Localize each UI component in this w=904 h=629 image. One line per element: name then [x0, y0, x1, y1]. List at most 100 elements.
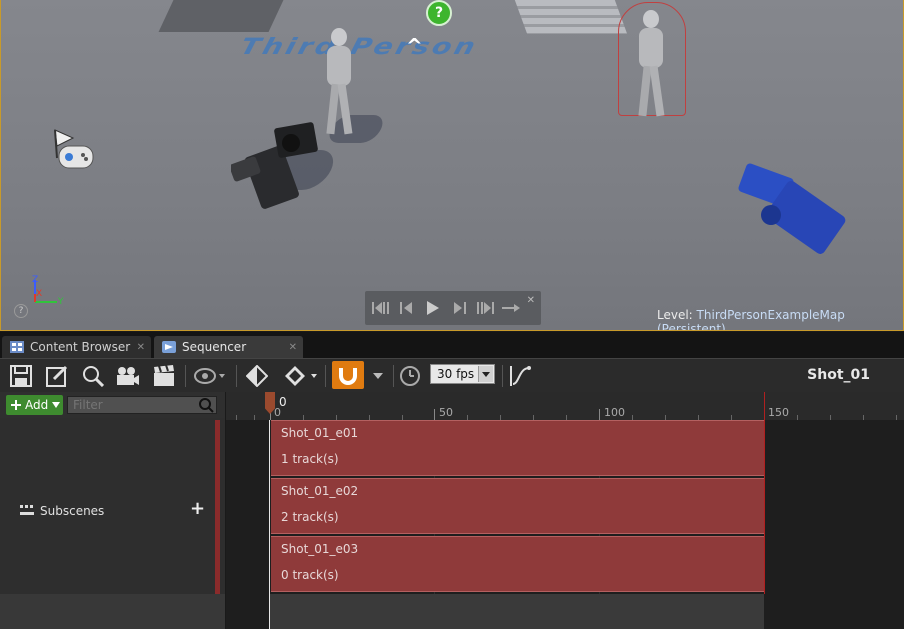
plus-icon	[11, 400, 21, 410]
chevron-down-icon	[52, 402, 61, 408]
level-label: Level:	[657, 308, 693, 322]
tick-label: 150	[768, 406, 789, 419]
viewport-transport-controls: ✕	[365, 291, 541, 325]
jump-to-end-button[interactable]	[475, 298, 495, 318]
content-browser-icon	[10, 341, 24, 353]
toolbar-separator	[325, 365, 326, 387]
shot-name: Shot_01	[807, 367, 870, 383]
help-marker-icon[interactable]: ?	[426, 0, 452, 26]
time-ruler[interactable]: 0 50 100 150 0	[226, 392, 904, 420]
jump-to-start-button[interactable]	[371, 298, 391, 318]
current-frame: 0	[279, 395, 287, 409]
tick-label: 50	[439, 406, 453, 419]
tab-label: Sequencer	[182, 340, 247, 354]
outliner-header: Add	[0, 392, 225, 418]
blue-camera-icon[interactable]	[731, 160, 861, 275]
toolbar-separator	[236, 365, 237, 387]
track-color-stripe	[215, 420, 220, 594]
chevron-down-icon	[373, 373, 383, 379]
sequencer-icon	[162, 341, 176, 353]
fps-dropdown[interactable]: 30 fps	[430, 364, 495, 384]
create-camera-button[interactable]	[115, 363, 141, 389]
section-name: Shot_01_e01	[281, 426, 359, 440]
add-subscene-button[interactable]: +	[190, 498, 205, 519]
floor-text: Third Person	[237, 33, 482, 60]
tab-bar: Content Browser ✕ Sequencer ✕	[0, 332, 904, 358]
fps-value: 30 fps	[437, 367, 475, 381]
section-track-count: 0 track(s)	[281, 568, 339, 582]
camera-icon	[117, 367, 139, 385]
section-name: Shot_01_e03	[281, 542, 359, 556]
axis-gizmo-icon: Z X Y	[32, 275, 64, 307]
filter-input[interactable]	[67, 396, 217, 414]
toolbar-separator	[185, 365, 186, 387]
search-icon	[83, 366, 104, 387]
curve-editor-button[interactable]	[508, 363, 534, 389]
auto-key-button[interactable]	[282, 363, 320, 389]
subscenes-track[interactable]: Subscenes	[20, 504, 104, 518]
eye-icon	[194, 368, 225, 384]
level-indicator: Level: ThirdPersonExampleMap (Persistent…	[657, 308, 903, 330]
time-options-button[interactable]	[397, 363, 423, 389]
mannequin-character-selected[interactable]	[631, 10, 671, 120]
scene-block	[158, 0, 284, 32]
step-forward-button[interactable]	[449, 298, 469, 318]
subscenes-icon	[20, 505, 34, 515]
outliner-body: Subscenes +	[0, 418, 225, 594]
snapping-options-button[interactable]	[368, 363, 388, 389]
clock-icon	[400, 366, 420, 386]
section-track-count: 2 track(s)	[281, 510, 339, 524]
loop-mode-button[interactable]	[501, 298, 521, 318]
toolbar-separator	[393, 365, 394, 387]
section-name: Shot_01_e02	[281, 484, 359, 498]
tick-label: 100	[604, 406, 625, 419]
save-as-icon	[46, 365, 68, 387]
close-tab-icon[interactable]: ✕	[137, 342, 145, 353]
clapperboard-icon	[154, 365, 174, 386]
subscene-section[interactable]: Shot_01_e01 1 track(s)	[271, 420, 765, 476]
svg-text:Z: Z	[32, 275, 38, 285]
save-button[interactable]	[8, 363, 34, 389]
section-track-count: 1 track(s)	[281, 452, 339, 466]
svg-text:Y: Y	[57, 297, 64, 307]
svg-text:X: X	[36, 289, 42, 299]
transform-keys-icon	[285, 366, 317, 386]
search-icon[interactable]	[198, 397, 214, 413]
step-back-button[interactable]	[397, 298, 417, 318]
curve-editor-icon	[510, 366, 531, 386]
save-as-button[interactable]	[44, 363, 70, 389]
render-movie-button[interactable]	[151, 363, 177, 389]
add-label: Add	[25, 398, 49, 412]
gamepad-icon[interactable]	[51, 128, 95, 178]
tick-mark	[599, 409, 600, 420]
cine-camera-icon[interactable]	[231, 115, 331, 215]
save-icon	[10, 365, 32, 387]
snapping-toggle-button[interactable]	[332, 361, 364, 389]
toolbar-separator	[502, 365, 503, 387]
player-start-arrow-icon: ^	[406, 34, 423, 58]
find-in-content-browser-button[interactable]	[80, 363, 106, 389]
subscene-section[interactable]: Shot_01_e03 0 track(s)	[271, 536, 765, 592]
track-area-empty	[270, 594, 764, 629]
tab-label: Content Browser	[30, 340, 131, 354]
chevron-down-icon	[478, 366, 493, 382]
play-button[interactable]	[423, 298, 443, 318]
close-tab-icon[interactable]: ✕	[289, 342, 297, 353]
playback-end-line[interactable]	[764, 392, 765, 594]
magnet-icon	[339, 368, 357, 385]
tab-content-browser[interactable]: Content Browser ✕	[2, 336, 151, 358]
scene-stairs	[514, 0, 628, 34]
level-viewport[interactable]: Third Person ? ^ Z X Y ? ✕ Level: ThirdP…	[0, 0, 904, 331]
view-options-button[interactable]	[193, 363, 229, 389]
add-track-button[interactable]: Add	[6, 395, 63, 415]
viewport-help-icon[interactable]: ?	[14, 304, 28, 318]
key-button[interactable]	[244, 363, 270, 389]
close-transport-icon[interactable]: ✕	[527, 295, 535, 306]
outliner-empty-area	[0, 594, 225, 629]
subscene-section[interactable]: Shot_01_e02 2 track(s)	[271, 478, 765, 534]
tab-sequencer[interactable]: Sequencer ✕	[154, 336, 303, 358]
subscenes-label: Subscenes	[40, 504, 105, 518]
playback-start-line	[269, 420, 270, 629]
sequencer-toolbar: 30 fps Shot_01	[0, 358, 904, 392]
tick-mark	[434, 409, 435, 420]
